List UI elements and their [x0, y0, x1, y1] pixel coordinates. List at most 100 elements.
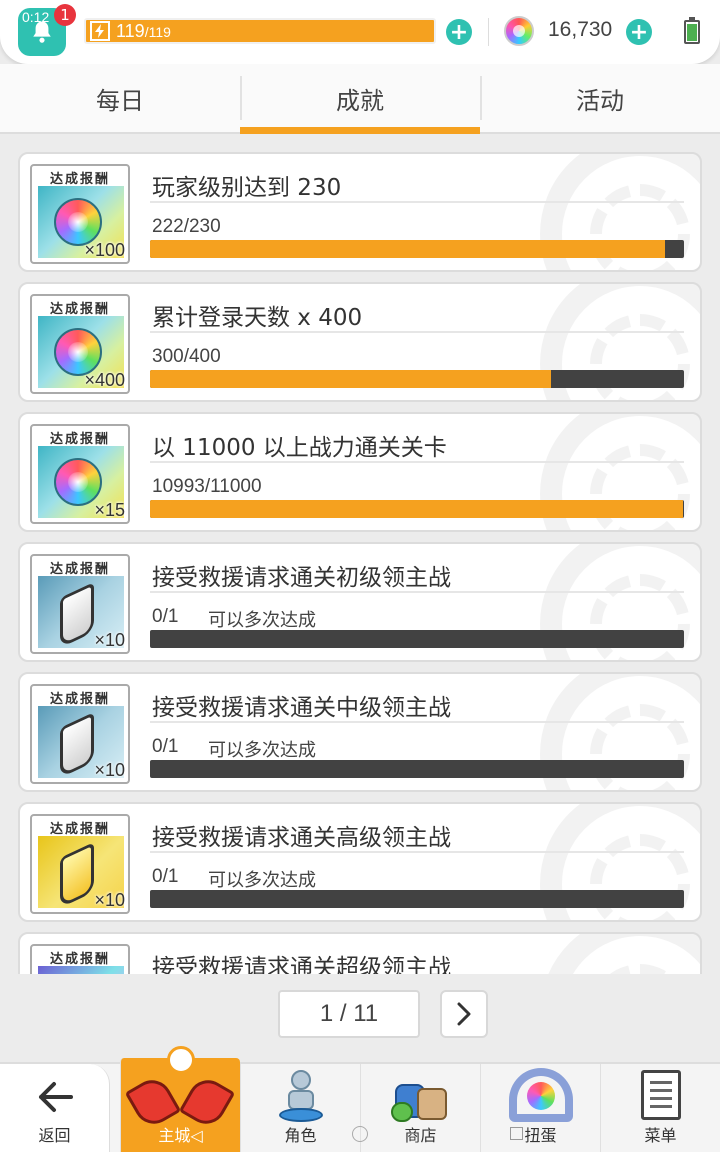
progress-bar-fill: [150, 240, 666, 258]
achievement-card[interactable]: 达成报酬 ×10 接受救援请求通关高级领主战 0/1 可以多次达成: [18, 802, 702, 922]
reward-label: 达成报酬: [49, 302, 110, 317]
progress-bar: [150, 760, 684, 778]
reward-ticket[interactable]: 达成报酬 ×100: [30, 164, 130, 264]
progress-bar-fill: [150, 370, 551, 388]
nav-shop-label: 商店: [404, 1126, 437, 1145]
claw-ball-icon: [167, 1046, 195, 1074]
nav-back-label: 返回: [38, 1126, 71, 1145]
status-bar: 0:12 1 119/119 + 16,730 +: [0, 0, 720, 64]
plus-icon: +: [629, 19, 649, 45]
reward-ticket[interactable]: 达成报酬: [30, 944, 130, 974]
tab-achievements[interactable]: 成就: [240, 64, 480, 134]
divider: [488, 18, 489, 46]
achievement-progress-text: 300/400: [152, 346, 221, 367]
character-icon: [279, 1070, 323, 1122]
achievement-title: 接受救援请求通关初级领主战: [152, 565, 451, 591]
title-divider: [150, 201, 684, 203]
system-home-circle-icon[interactable]: [352, 1126, 368, 1142]
reward-ticket[interactable]: 达成报酬 ×10: [30, 554, 130, 654]
reward-quantity: ×15: [94, 500, 125, 520]
chevron-right-icon: [457, 1002, 471, 1026]
achievement-card[interactable]: 达成报酬 ×10 接受救援请求通关初级领主战 0/1 可以多次达成: [18, 542, 702, 662]
stamina-text: 119/119: [116, 21, 171, 42]
nav-gacha-button[interactable]: 扭蛋: [480, 1064, 600, 1152]
tab-daily[interactable]: 每日: [0, 64, 240, 132]
menu-list-icon: [641, 1070, 681, 1120]
system-recents-square-icon[interactable]: [510, 1127, 523, 1140]
title-divider: [150, 591, 684, 593]
gem-count: 16,730: [548, 18, 613, 41]
reward-quantity: ×100: [84, 240, 125, 260]
reward-quantity: ×10: [94, 890, 125, 910]
tab-events[interactable]: 活动: [480, 64, 720, 132]
achievement-card[interactable]: 达成报酬 ×10 接受救援请求通关中级领主战 0/1 可以多次达成: [18, 672, 702, 792]
reward-ticket[interactable]: 达成报酬 ×10: [30, 684, 130, 784]
reward-ticket[interactable]: 达成报酬 ×10: [30, 814, 130, 914]
achievement-card[interactable]: 达成报酬 ×100 玩家级别达到 230 222/230: [18, 152, 702, 272]
tab-bar: 每日 成就 活动: [0, 64, 720, 134]
lightning-icon: [90, 21, 110, 41]
reward-quantity: ×400: [84, 370, 125, 390]
title-divider: [150, 721, 684, 723]
nav-character-label: 角色: [284, 1126, 317, 1145]
reward-quantity: ×10: [94, 630, 125, 650]
achievement-note: 可以多次达成: [208, 610, 316, 631]
achievement-progress-text: 0/1: [152, 606, 179, 627]
achievement-card[interactable]: 达成报酬 ×400 累计登录天数 x 400 300/400: [18, 282, 702, 402]
achievement-progress-text: 0/1: [152, 866, 179, 887]
nav-home-button[interactable]: 主城◁: [120, 1046, 240, 1152]
achievement-title: 接受救援请求通关超级领主战: [152, 955, 451, 974]
nav-menu-button[interactable]: 菜单: [600, 1064, 720, 1152]
next-page-button[interactable]: [440, 990, 488, 1038]
reward-quantity: ×10: [94, 760, 125, 780]
title-divider: [150, 461, 684, 463]
nav-back-button[interactable]: 返回: [0, 1064, 110, 1152]
reward-label: 达成报酬: [49, 172, 110, 187]
add-stamina-button[interactable]: +: [446, 19, 472, 45]
reward-ticket[interactable]: 达成报酬 ×400: [30, 294, 130, 394]
title-divider: [150, 851, 684, 853]
page-indicator: 1 / 11: [278, 990, 420, 1038]
progress-bar-fill: [150, 500, 683, 518]
plus-icon: +: [449, 19, 469, 45]
progress-bar: [150, 630, 684, 648]
reward-background: [38, 966, 124, 974]
rainbow-gem-icon: [54, 198, 102, 246]
title-divider: [150, 331, 684, 333]
notification-badge: 1: [54, 4, 76, 26]
arrow-left-icon: [39, 1082, 73, 1112]
reward-label: 达成报酬: [49, 952, 110, 967]
stamina-bar: 119/119: [84, 18, 436, 44]
progress-bar: [150, 240, 684, 258]
add-gems-button[interactable]: +: [626, 19, 652, 45]
rainbow-gem-icon: [54, 328, 102, 376]
achievement-note: 可以多次达成: [208, 740, 316, 761]
reward-label: 达成报酬: [49, 692, 110, 707]
achievement-card[interactable]: 达成报酬 接受救援请求通关超级领主战: [18, 932, 702, 974]
nav-home-label: 主城◁: [158, 1126, 203, 1145]
achievement-note: 可以多次达成: [208, 870, 316, 891]
achievement-progress-text: 222/230: [152, 216, 221, 237]
progress-bar: [150, 370, 684, 388]
nav-character-button[interactable]: 角色: [240, 1064, 360, 1152]
achievement-title: 以 11000 以上战力通关关卡: [152, 435, 447, 461]
progress-bar: [150, 890, 684, 908]
achievement-card[interactable]: 达成报酬 ×15 以 11000 以上战力通关关卡 10993/11000: [18, 412, 702, 532]
achievement-title: 玩家级别达到 230: [152, 175, 342, 201]
reward-ticket[interactable]: 达成报酬 ×15: [30, 424, 130, 524]
stamina-current: 119: [116, 20, 145, 41]
achievement-progress-text: 0/1: [152, 736, 179, 757]
nav-gacha-label: 扭蛋: [524, 1126, 557, 1145]
nav-menu-label: 菜单: [644, 1126, 677, 1145]
achievement-title: 累计登录天数 x 400: [152, 305, 363, 331]
stamina-max: /119: [144, 23, 171, 40]
rainbow-gem-icon: [54, 458, 102, 506]
achievement-title: 接受救援请求通关高级领主战: [152, 825, 451, 851]
achievement-list[interactable]: 达成报酬 ×100 玩家级别达到 230 222/230 达成报酬 ×400 累计登录天数 …: [0, 150, 720, 974]
nav-shop-button[interactable]: 商店: [360, 1064, 480, 1152]
achievement-title: 接受救援请求通关中级领主战: [152, 695, 451, 721]
gem-icon: [504, 16, 534, 46]
reward-label: 达成报酬: [49, 432, 110, 447]
reward-label: 达成报酬: [49, 822, 110, 837]
battery-icon: [684, 17, 700, 44]
